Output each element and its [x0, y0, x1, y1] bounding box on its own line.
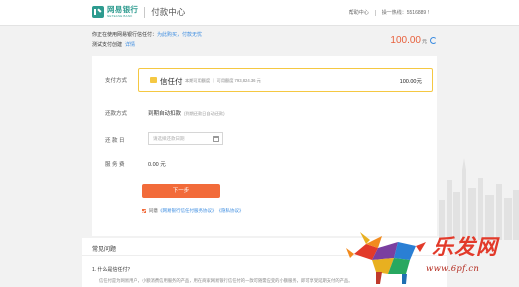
- next-step-button[interactable]: 下一步: [142, 184, 220, 198]
- credit-card-icon: [150, 77, 157, 83]
- faq-question[interactable]: 1. 什么是信任付？: [92, 266, 133, 273]
- watermark: 乐发网 www.6pf.cn: [336, 222, 519, 287]
- order-summary: 你正在使用网易银行信任付：为此购买，付款无忧 测试支付创建 详情 100.00 元: [92, 31, 437, 51]
- logo-text: 网易银行 NETEASE BANK: [107, 6, 138, 18]
- logo-divider: [144, 6, 146, 18]
- repay-method-value: 到期自动扣款: [148, 111, 182, 117]
- payment-method-option[interactable]: 信任付 本期可用额度 ｜ 可用额度 793,824.36 元 100.00元: [138, 68, 433, 92]
- repay-date-label: 还 款 日: [105, 138, 125, 144]
- header-logo-group[interactable]: 网易银行 NETEASE BANK 付款中心: [92, 6, 185, 18]
- order-line2: 测试支付创建 详情: [92, 41, 437, 48]
- payment-method-detail: 本期可用额度 ｜ 可用额度 793,824.36 元: [185, 78, 261, 83]
- logo-en: NETEASE BANK: [107, 13, 133, 18]
- netease-bank-logo-icon: [92, 6, 104, 18]
- logo-cn: 网易银行: [107, 5, 139, 15]
- faq-answer: 信任付是为网易用户，小额消费信用服务的产品，用在商家网易银行信任付的一款可随需应…: [99, 278, 353, 283]
- agree-text: 同意: [149, 208, 158, 213]
- payment-method-label: 支付方式: [105, 78, 128, 84]
- faq-title: 常见问题: [92, 247, 117, 253]
- repay-method: 到期自动扣款 (到期还款日自动还款): [148, 109, 225, 117]
- payment-panel: 支付方式 信任付 本期可用额度 ｜ 可用额度 793,824.36 元 100.…: [92, 56, 437, 236]
- repay-date-input[interactable]: 请选择还款日期: [148, 132, 223, 145]
- calendar-icon[interactable]: [213, 136, 219, 142]
- service-fee-label: 服 务 费: [105, 162, 125, 168]
- amount-value: 100.00: [390, 35, 421, 46]
- hotline-text: 操一热线：5516889 !: [381, 10, 429, 16]
- privacy-agreement-link[interactable]: 《隐私协议》: [217, 208, 244, 214]
- order-amount: 100.00 元: [390, 35, 437, 46]
- order-line1: 你正在使用网易银行信任付：为此购买，付款无忧: [92, 31, 437, 38]
- header-links: 帮助中心 操一热线：5516889 !: [349, 9, 429, 16]
- payment-method-amount: 100.00元: [399, 79, 422, 85]
- agree-checkbox[interactable]: [142, 209, 146, 213]
- watermark-brand: 乐发网: [432, 234, 498, 259]
- refresh-icon[interactable]: [430, 37, 437, 44]
- payment-method-name: 信任付: [160, 77, 183, 86]
- header-link-divider: [374, 9, 376, 16]
- order-detail-link[interactable]: 详情: [125, 42, 135, 48]
- service-fee-value: 0.00 元: [148, 162, 166, 168]
- top-bar: 网易银行 NETEASE BANK 付款中心 帮助中心 操一热线：5516889…: [0, 0, 519, 26]
- repay-method-label: 还款方式: [105, 111, 128, 117]
- order-line1-text: 你正在使用网易银行信任付：: [92, 32, 158, 38]
- watermark-url: www.6pf.cn: [426, 264, 480, 274]
- bull-logo-icon: [346, 232, 426, 284]
- amount-unit: 元: [421, 39, 427, 45]
- page-title: 付款中心: [151, 7, 186, 17]
- agreement-row: 同意 《网易银行信任付服务协议》 《隐私协议》: [142, 208, 244, 214]
- help-center-link[interactable]: 帮助中心: [349, 9, 369, 16]
- service-agreement-link[interactable]: 《网易银行信任付服务协议》: [158, 208, 217, 214]
- order-title: 测试支付创建: [92, 42, 123, 48]
- order-line1-link[interactable]: 为此购买，付款无忧: [157, 32, 202, 38]
- repay-method-note: (到期还款日自动还款): [184, 111, 225, 116]
- repay-date-placeholder: 请选择还款日期: [153, 136, 185, 141]
